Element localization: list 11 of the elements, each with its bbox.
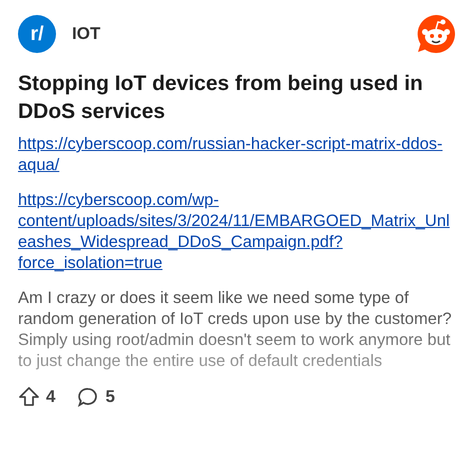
subreddit-avatar[interactable]: r/ bbox=[18, 15, 56, 53]
alien-logo-icon bbox=[416, 14, 456, 54]
upvote-icon[interactable] bbox=[18, 386, 40, 408]
post-link[interactable]: https://cyberscoop.com/wp-content/uploads/sites/3/2024/11/EMBARGOED_Matrix_Unleashes_Widespread_DDoS_Campaign.pdf?force_isolation=true bbox=[18, 190, 456, 274]
subreddit-name[interactable]: IOT bbox=[72, 21, 100, 47]
post-link[interactable]: https://cyberscoop.com/russian-hacker-script-matrix-ddos-aqua/ bbox=[18, 134, 456, 176]
post-body: Am I crazy or does it seem like we need some type of random generation of IoT creds upon use by the customer? Simply using root/admin doesn't seem to work anymore but to just change the entire use of default credentials bbox=[18, 288, 453, 372]
comment-icon[interactable] bbox=[77, 386, 100, 408]
post-title: Stopping IoT devices from being used in DDoS services bbox=[18, 71, 424, 125]
upvote-count: 4 bbox=[46, 386, 56, 408]
comment-count: 5 bbox=[105, 386, 115, 408]
